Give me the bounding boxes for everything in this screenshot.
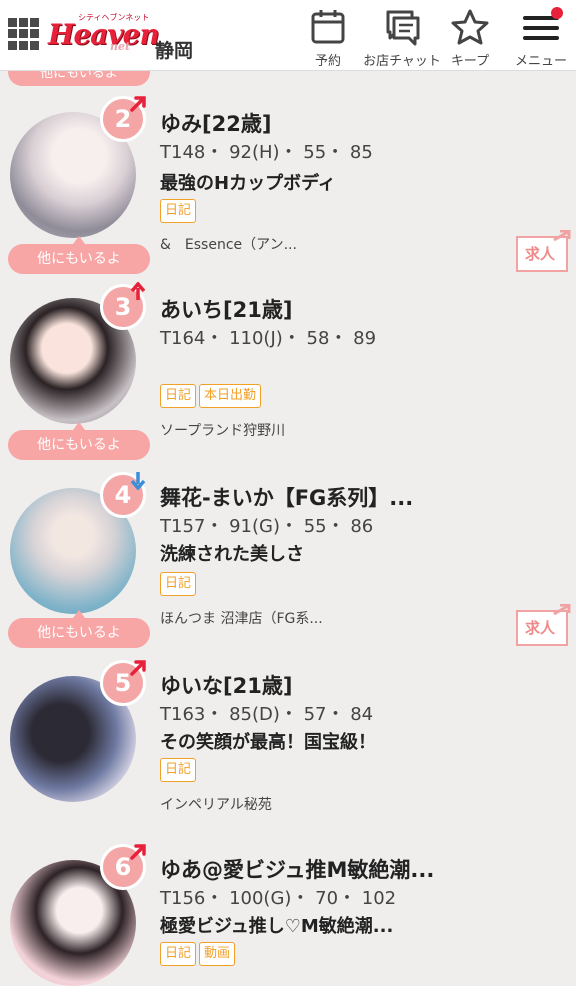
notification-dot bbox=[551, 7, 563, 19]
diary-tag[interactable]: 日記 bbox=[160, 199, 197, 223]
top-header: シティヘブンネット Heaven net 静岡 予約 お店チャット キープ メニ… bbox=[0, 0, 576, 71]
diary-tag[interactable]: 日記 bbox=[160, 572, 197, 596]
recruit-label: 求人 bbox=[525, 619, 556, 637]
catch-copy: 最強のHカップボディ bbox=[160, 173, 336, 194]
reserve-label: 予約 bbox=[314, 54, 341, 69]
girl-name[interactable]: ゆいな[21歳] bbox=[160, 670, 292, 700]
ranking-item[interactable]: 6 ゆあ@愛ビジュ推M敏絶潮... T156・ 100(G)・ 70・ 102 … bbox=[0, 840, 576, 986]
logo-sub-text: net bbox=[110, 40, 131, 53]
rank-down-arrow-icon bbox=[130, 472, 146, 490]
calendar-icon bbox=[311, 10, 345, 44]
recruit-label: 求人 bbox=[525, 245, 556, 263]
ranking-item[interactable]: 2 他にもいるよ ゆみ[22歳] T148・ 92(H)・ 55・ 85 最強の… bbox=[0, 70, 576, 274]
catch-copy: 洗練された美しさ bbox=[160, 544, 304, 565]
diary-tag[interactable]: 日記 bbox=[160, 942, 197, 966]
site-logo[interactable]: シティヘブンネット Heaven net bbox=[48, 12, 160, 58]
keep-button[interactable]: キープ bbox=[447, 8, 493, 69]
rank-up-arrow-icon bbox=[130, 660, 146, 676]
chat-icon bbox=[386, 10, 420, 46]
diary-tag[interactable]: 日記 bbox=[160, 758, 197, 782]
menu-label: メニュー bbox=[514, 54, 567, 69]
grid-menu-icon[interactable] bbox=[8, 18, 40, 50]
tag-list: 日記 bbox=[160, 199, 197, 223]
girl-name[interactable]: あいち[21歳] bbox=[160, 294, 292, 324]
girl-specs: T156・ 100(G)・ 70・ 102 bbox=[160, 888, 397, 909]
shop-name[interactable]: インペリアル秘苑 bbox=[160, 794, 272, 814]
ranking-item[interactable]: 3 他にもいるよ あいち[21歳] T164・ 110(J)・ 58・ 89 日… bbox=[0, 268, 576, 460]
rank-rise-arrow-icon bbox=[130, 282, 146, 300]
ranking-item[interactable]: 4 他にもいるよ 舞花-まいか【FG系列】... T157・ 91(G)・ 55… bbox=[0, 454, 576, 654]
girl-name[interactable]: ゆあ@愛ビジュ推M敏絶潮... bbox=[160, 854, 434, 884]
menu-button[interactable]: メニュー bbox=[510, 7, 572, 69]
shop-chat-label: お店チャット bbox=[363, 54, 441, 69]
catch-copy: その笑顔が最高！国宝級！ bbox=[160, 732, 376, 753]
girl-name[interactable]: 舞花-まいか【FG系列】... bbox=[160, 482, 413, 512]
tag-list: 日記 動画 bbox=[160, 942, 236, 966]
shop-name[interactable]: ほんつま 沼津店（FG系... bbox=[160, 608, 323, 628]
logo-main-text: Heaven bbox=[48, 18, 160, 51]
shop-name[interactable]: & Essence（アン... bbox=[160, 234, 297, 254]
diary-tag[interactable]: 日記 bbox=[160, 384, 197, 408]
other-girls-badge[interactable]: 他にもいるよ bbox=[8, 610, 150, 648]
girl-specs: T148・ 92(H)・ 55・ 85 bbox=[160, 142, 373, 163]
girl-name[interactable]: ゆみ[22歳] bbox=[160, 108, 271, 138]
ranking-item[interactable]: 5 ゆいな[21歳] T163・ 85(D)・ 57・ 84 その笑顔が最高！国… bbox=[0, 654, 576, 840]
tag-list: 日記 bbox=[160, 758, 197, 782]
working-today-tag[interactable]: 本日出勤 bbox=[199, 384, 262, 408]
shop-chat-button[interactable]: お店チャット bbox=[362, 8, 442, 69]
recruit-button[interactable]: 求人 bbox=[516, 229, 572, 272]
recruit-button[interactable]: 求人 bbox=[516, 603, 572, 646]
girl-specs: T157・ 91(G)・ 55・ 86 bbox=[160, 516, 374, 537]
reserve-button[interactable]: 予約 bbox=[306, 8, 350, 69]
rank-up-arrow-icon bbox=[130, 96, 146, 112]
tag-list: 日記 本日出勤 bbox=[160, 384, 262, 408]
girl-specs: T163・ 85(D)・ 57・ 84 bbox=[160, 704, 374, 725]
keep-label: キープ bbox=[450, 54, 490, 69]
star-icon bbox=[451, 9, 489, 45]
girl-specs: T164・ 110(J)・ 58・ 89 bbox=[160, 328, 377, 349]
area-label[interactable]: 静岡 bbox=[155, 36, 193, 63]
shop-name[interactable]: ソープランド狩野川 bbox=[160, 420, 285, 440]
rank-up-arrow-icon bbox=[130, 844, 146, 860]
tag-list: 日記 bbox=[160, 572, 197, 596]
catch-copy: 極愛ビジュ推し♡M敏絶潮... bbox=[160, 916, 394, 937]
video-tag[interactable]: 動画 bbox=[199, 942, 236, 966]
hamburger-icon bbox=[521, 7, 563, 46]
